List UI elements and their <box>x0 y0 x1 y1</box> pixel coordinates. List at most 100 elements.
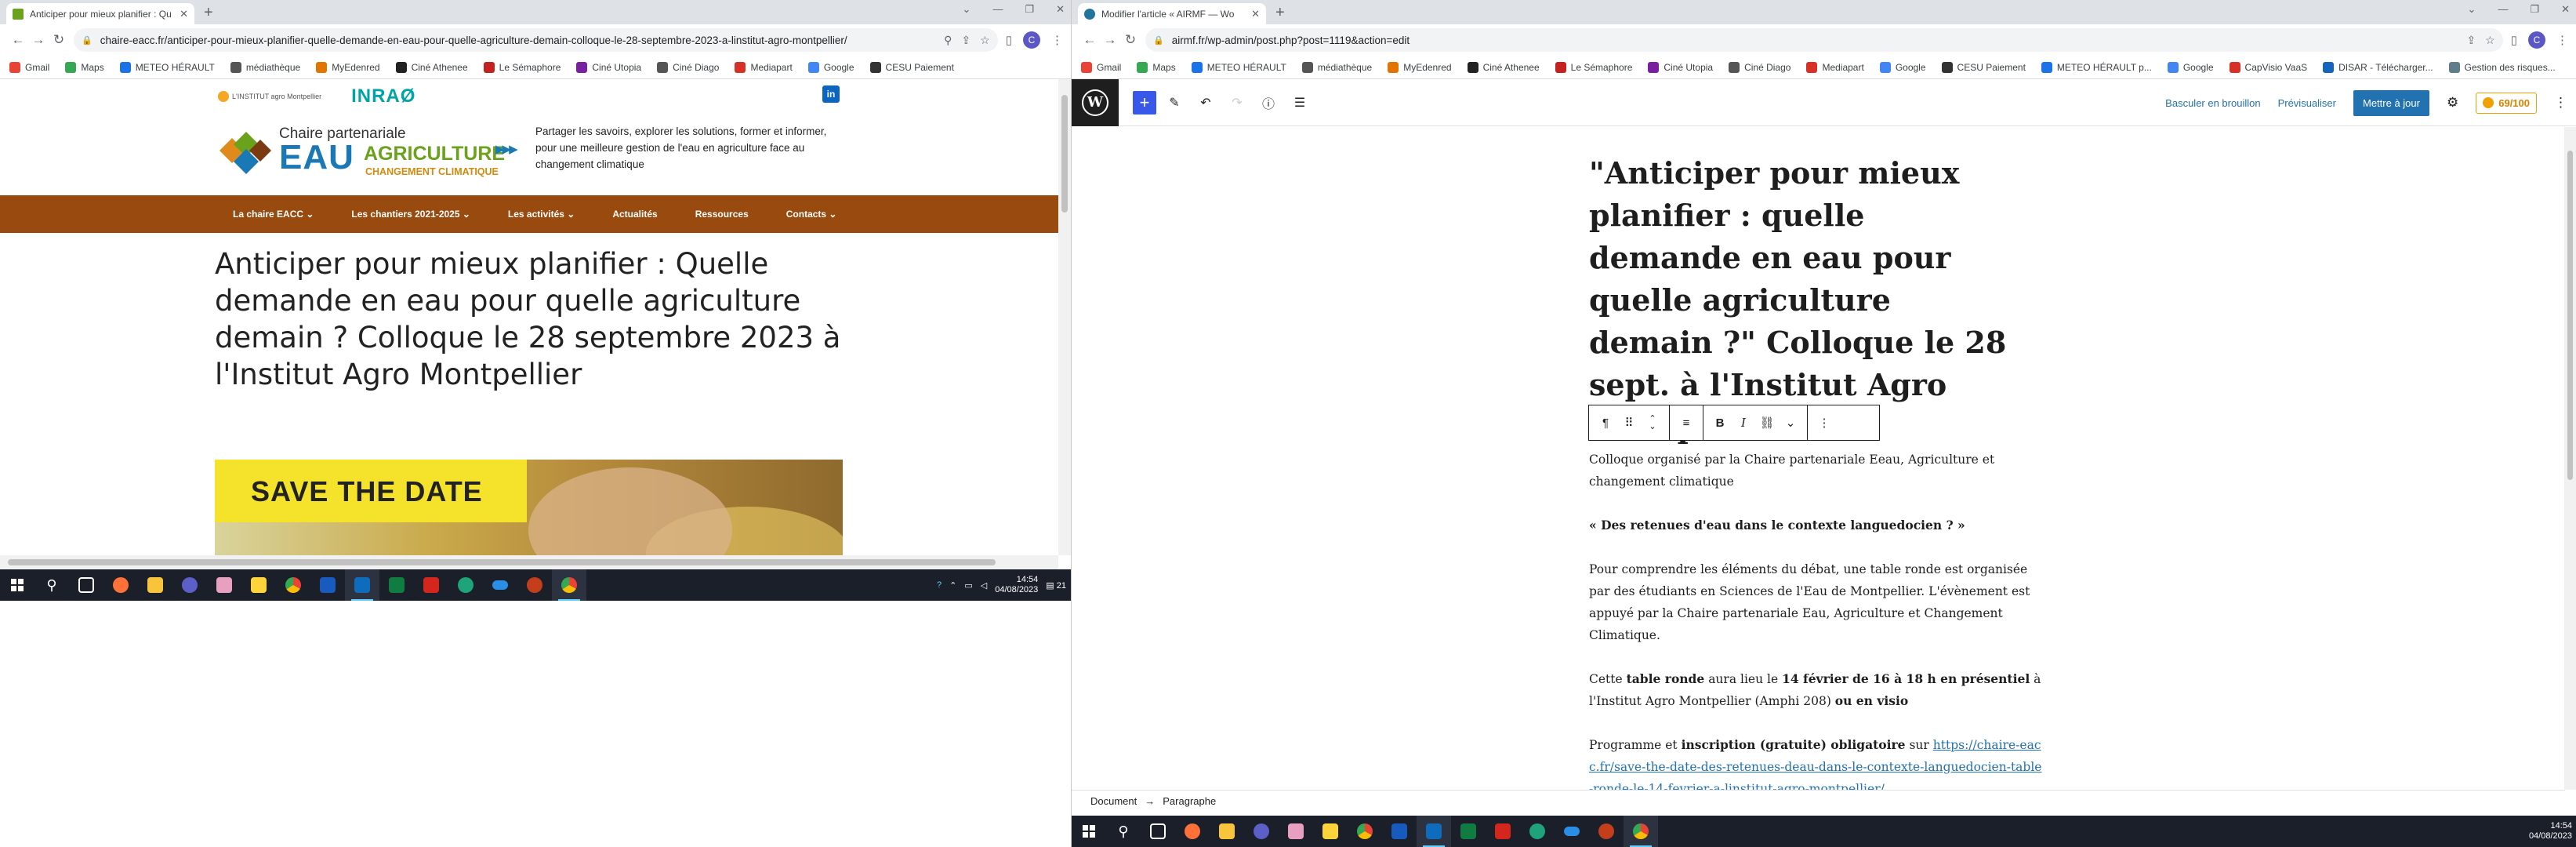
bookmark-item[interactable]: METEO HÉRAULT p... <box>2041 61 2152 73</box>
file-explorer-icon[interactable] <box>1210 816 1244 847</box>
edge-icon[interactable] <box>448 569 483 601</box>
breadcrumb-document[interactable]: Document <box>1090 795 1137 807</box>
firefox-icon[interactable] <box>1175 816 1210 847</box>
chevron-up-icon[interactable]: ⌃ <box>949 580 956 591</box>
sticky-notes-icon[interactable] <box>241 569 276 601</box>
bookmark-item[interactable]: Mediapart <box>735 61 793 73</box>
windows-start-icon[interactable] <box>0 569 34 601</box>
paragraph-icon[interactable]: ¶ <box>1594 416 1617 430</box>
menu-kebab-icon[interactable]: ⋮ <box>1051 33 1063 47</box>
sidebar-icon[interactable]: ▯ <box>1006 33 1012 47</box>
reload-icon[interactable]: ↻ <box>1120 32 1141 48</box>
italic-icon[interactable]: I <box>1732 416 1755 430</box>
bookmark-item[interactable]: METEO HÉRAULT <box>119 61 215 73</box>
update-button[interactable]: Mettre à jour <box>2353 89 2429 116</box>
bookmark-item[interactable]: CapVisio VaaS <box>2229 61 2307 73</box>
network-icon[interactable]: ▭ <box>964 580 972 591</box>
bookmark-item[interactable]: Ciné Athenee <box>395 61 468 73</box>
bookmark-item[interactable]: Ciné Athenee <box>1467 61 1540 73</box>
minimize-button[interactable]: — <box>2498 3 2508 16</box>
bookmark-item[interactable]: Gmail <box>9 61 49 73</box>
move-updown-icon[interactable]: ⌃ ⌄ <box>1641 415 1664 431</box>
close-window-button[interactable]: ✕ <box>1056 3 1065 16</box>
bookmark-item[interactable]: Ciné Utopia <box>1648 61 1713 73</box>
firefox-icon[interactable] <box>103 569 138 601</box>
link-icon[interactable]: ⛓ <box>1755 416 1779 430</box>
bookmark-item[interactable]: MyEdenred <box>316 61 380 73</box>
browser-tab[interactable]: Modifier l'article « AIRMF — Wo ✕ <box>1078 3 1266 24</box>
chrome-active-icon[interactable] <box>552 569 586 601</box>
pencil-tools-icon[interactable]: ✎ <box>1161 89 1188 116</box>
chrome-active-icon[interactable] <box>1624 816 1658 847</box>
bookmark-item[interactable]: Mediapart <box>1806 61 1864 73</box>
sidebar-icon[interactable]: ▯ <box>2511 33 2517 47</box>
forward-icon[interactable]: → <box>28 32 49 48</box>
volume-icon[interactable]: ◁ <box>981 580 987 591</box>
acrobat-icon[interactable] <box>1486 816 1520 847</box>
task-view-icon[interactable] <box>1141 816 1175 847</box>
chaire-eacc-logo[interactable]: Chaire partenariale EAU AGRICULTURE CHAN… <box>215 122 528 185</box>
list-view-icon[interactable]: ☰ <box>1286 89 1313 116</box>
onedrive-icon[interactable] <box>483 569 517 601</box>
excel-icon[interactable] <box>1451 816 1486 847</box>
breadcrumb-paragraph[interactable]: Paragraphe <box>1163 795 1216 807</box>
bookmark-star-icon[interactable]: ☆ <box>980 34 990 47</box>
sticky-notes-icon[interactable] <box>1313 816 1348 847</box>
bookmark-item[interactable]: CESU Paiement <box>1941 61 2026 73</box>
browser-tab[interactable]: Anticiper pour mieux planifier : Qu ✕ <box>6 3 194 24</box>
new-tab-button[interactable]: + <box>1275 5 1285 20</box>
teams-icon[interactable] <box>1244 816 1279 847</box>
drag-handle-icon[interactable]: ⠿ <box>1617 416 1641 430</box>
post-content[interactable]: Colloque organisé par la Chaire partenar… <box>1589 449 2044 790</box>
maximize-button[interactable]: ❐ <box>1025 3 1034 16</box>
horizontal-scrollbar[interactable] <box>0 555 1058 569</box>
institut-agro-logo[interactable]: L'INSTITUT agro Montpellier <box>218 91 321 102</box>
bookmark-item[interactable]: médiathèque <box>230 61 300 73</box>
paragraph-block[interactable]: Programme et inscription (gratuite) obli… <box>1589 734 2044 790</box>
address-bar[interactable]: 🔒 chaire-eacc.fr/anticiper-pour-mieux-pl… <box>74 28 998 52</box>
back-icon[interactable]: ← <box>8 32 28 48</box>
bookmark-item[interactable]: Google <box>1879 61 1926 73</box>
switch-to-draft-button[interactable]: Basculer en brouillon <box>2165 97 2260 109</box>
notification-icon[interactable]: ▤ 21 <box>1046 580 1066 591</box>
bookmark-item[interactable]: Ciné Utopia <box>576 61 641 73</box>
profile-avatar[interactable]: C <box>1023 31 1040 49</box>
bookmark-item[interactable]: Maps <box>1137 61 1176 73</box>
close-window-button[interactable]: ✕ <box>2561 3 2570 16</box>
chevron-down-icon[interactable]: ⌄ <box>963 3 971 16</box>
bookmark-item[interactable]: Gmail <box>1081 61 1121 73</box>
preview-button[interactable]: Prévisualiser <box>2278 97 2336 109</box>
wordpress-logo-icon[interactable]: W <box>1072 78 1119 126</box>
search-icon[interactable]: ⚲ <box>34 569 69 601</box>
bookmark-item[interactable]: Google <box>807 61 854 73</box>
clock[interactable]: 14:54 04/08/2023 <box>995 575 1038 595</box>
share-icon[interactable]: ⇪ <box>961 34 971 47</box>
teams-icon[interactable] <box>172 569 207 601</box>
share-icon[interactable]: ⇪ <box>2466 34 2476 47</box>
word-icon[interactable] <box>1382 816 1417 847</box>
onedrive-icon[interactable] <box>1555 816 1589 847</box>
clock[interactable]: 14:54 04/08/2023 <box>2529 821 2572 842</box>
site-menu-item[interactable]: Les chantiers 2021-2025 ⌄ <box>351 209 470 220</box>
paragraph-block[interactable]: « Des retenues d'eau dans le contexte la… <box>1589 514 2044 536</box>
powerpoint-icon[interactable] <box>1589 816 1624 847</box>
file-explorer-icon[interactable] <box>138 569 172 601</box>
edge-icon[interactable] <box>1520 816 1555 847</box>
options-kebab-icon[interactable]: ⋮ <box>2554 95 2567 111</box>
site-menu-item[interactable]: Contacts ⌄ <box>786 209 837 220</box>
add-block-button[interactable]: + <box>1133 90 1156 115</box>
bookmark-item[interactable]: METEO HÉRAULT <box>1191 61 1286 73</box>
paragraph-block[interactable]: Colloque organisé par la Chaire partenar… <box>1589 449 2044 493</box>
bold-icon[interactable]: B <box>1708 416 1732 430</box>
menu-kebab-icon[interactable]: ⋮ <box>2556 33 2568 47</box>
bookmark-item[interactable]: médiathèque <box>1301 61 1372 73</box>
bookmark-item[interactable]: Ciné Diago <box>1729 61 1791 73</box>
site-menu-item[interactable]: Ressources <box>695 209 749 220</box>
site-menu-item[interactable]: Les activités ⌄ <box>508 209 575 220</box>
powerpoint-icon[interactable] <box>517 569 552 601</box>
vertical-scrollbar[interactable] <box>1058 79 1071 555</box>
minimize-button[interactable]: — <box>992 3 1003 16</box>
undo-icon[interactable]: ↶ <box>1192 89 1219 116</box>
reload-icon[interactable]: ↻ <box>49 32 69 48</box>
forward-icon[interactable]: → <box>1100 32 1120 48</box>
